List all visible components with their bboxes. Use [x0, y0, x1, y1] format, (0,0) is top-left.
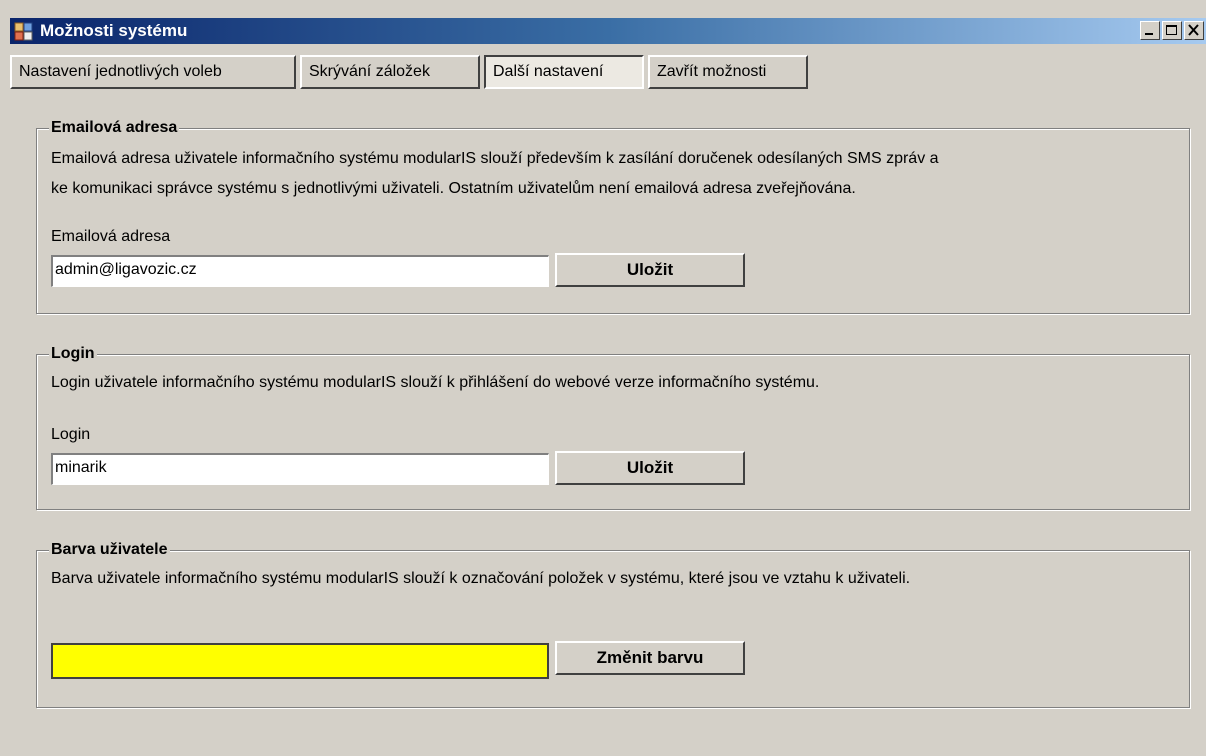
tab-individual-settings[interactable]: Nastavení jednotlivých voleb [10, 55, 296, 89]
title-bar[interactable]: Možnosti systému [10, 18, 1206, 44]
change-color-button[interactable]: Změnit barvu [555, 641, 745, 675]
email-field-label: Emailová adresa [51, 228, 171, 245]
email-group-title: Emailová adresa [49, 118, 180, 138]
minimize-icon [1141, 22, 1159, 39]
color-group-title: Barva uživatele [49, 540, 170, 560]
login-group-title: Login [49, 344, 97, 364]
window-title: Možnosti systému [40, 21, 188, 40]
email-description-line2: ke komunikaci správce systému s jednotli… [51, 180, 856, 197]
maximize-icon [1163, 22, 1181, 39]
maximize-button[interactable] [1162, 21, 1182, 40]
minimize-button[interactable] [1140, 21, 1160, 40]
email-field[interactable]: admin@ligavozic.cz [51, 255, 549, 287]
login-save-button[interactable]: Uložit [555, 451, 745, 485]
login-description: Login uživatele informačního systému mod… [51, 374, 820, 391]
tab-close-options[interactable]: Zavřít možnosti [648, 55, 808, 89]
color-description: Barva uživatele informačního systému mod… [51, 570, 911, 587]
close-icon [1185, 22, 1203, 39]
tab-hide-tabs[interactable]: Skrývání záložek [300, 55, 480, 89]
color-groupbox: Barva uživatele Barva uživatele informač… [36, 540, 1190, 708]
login-field-label: Login [51, 426, 91, 443]
tab-other-settings[interactable]: Další nastavení [484, 55, 644, 89]
login-field[interactable]: minarik [51, 453, 549, 485]
close-button[interactable] [1184, 21, 1204, 40]
app-icon [14, 21, 34, 41]
email-groupbox: Emailová adresa Emailová adresa uživatel… [36, 118, 1190, 314]
login-groupbox: Login Login uživatele informačního systé… [36, 344, 1190, 510]
email-description-line1: Emailová adresa uživatele informačního s… [51, 150, 939, 167]
email-save-button[interactable]: Uložit [555, 253, 745, 287]
options-window: Možnosti systému Nastavení jednotlivých … [0, 0, 1206, 756]
user-color-swatch [51, 643, 549, 679]
